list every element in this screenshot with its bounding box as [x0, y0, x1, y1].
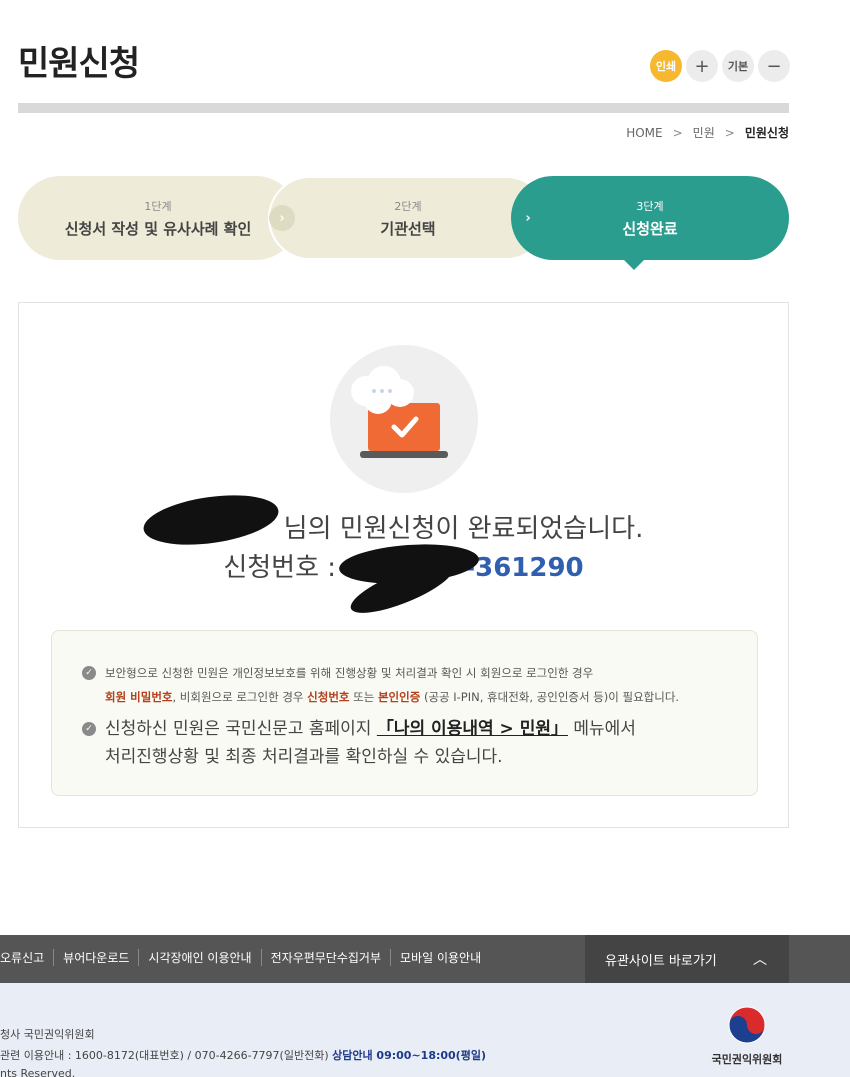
notice-line: 회원 비밀번호, 비회원으로 로그인한 경우 신청번호 또는 본인인증 (공공 … [105, 685, 679, 709]
breadcrumb-separator: > [672, 125, 683, 140]
step-name: 신청서 작성 및 유사사례 확인 [64, 219, 252, 238]
chevron-up-icon: ︿ [753, 952, 767, 968]
print-button[interactable]: 인쇄 [650, 50, 682, 82]
completion-message: 님의 민원신청이 완료되었습니다. [19, 508, 788, 545]
footer-contact-phone: 관련 이용안내 : 1600-8172(대표번호) / 070-4266-779… [0, 1049, 333, 1062]
notice-text-part: 신청하신 민원은 국민신문고 홈페이지 [105, 719, 377, 739]
zoom-in-button[interactable]: + [686, 50, 718, 82]
breadcrumb-separator: > [724, 125, 735, 140]
footer-copyright: nts Reserved. [0, 1067, 76, 1077]
highlight-identity-verification: 본인인증 [377, 690, 421, 704]
step-3-active: 3단계 신청완료 [511, 176, 789, 260]
check-circle-icon: ✓ [82, 722, 96, 736]
footer-nav: 오류신고 뷰어다운로드 시각장애인 이용안내 전자우편무단수집거부 모바일 이용… [0, 935, 850, 983]
org-name: 국민권익위원회 [711, 1053, 783, 1066]
notice-text: 보안형으로 신청한 민원은 개인정보보호를 위해 진행상황 및 처리결과 확인 … [105, 661, 679, 709]
footer-info: 청사 국민권익위원회 관련 이용안내 : 1600-8172(대표번호) / 0… [0, 983, 850, 1077]
zoom-out-button[interactable]: − [758, 50, 790, 82]
notice-line: 신청하신 민원은 국민신문고 홈페이지 「나의 이용내역 > 민원」 메뉴에서 [105, 715, 636, 743]
step-number: 2단계 [394, 199, 422, 213]
footer-address: 청사 국민권익위원회 [0, 1028, 95, 1041]
result-panel: 님의 민원신청이 완료되었습니다. 신청번호 : -361290 ✓ 보안형으로… [18, 302, 789, 828]
notice-text-part: , 비회원으로 로그인한 경우 [172, 690, 308, 704]
notice-text-part: 메뉴에서 [567, 719, 636, 739]
breadcrumb-current: 민원신청 [744, 126, 789, 140]
step-1: 1단계 신청서 작성 및 유사사례 확인 [18, 176, 298, 260]
check-circle-icon: ✓ [82, 666, 96, 680]
org-logo: 국민권익위원회 [705, 1005, 789, 1067]
footer-contact: 관련 이용안내 : 1600-8172(대표번호) / 070-4266-779… [0, 1047, 486, 1063]
application-number-value: -361290 [464, 553, 584, 583]
taegeuk-logo-icon [728, 1006, 766, 1044]
notice-text: 신청하신 민원은 국민신문고 홈페이지 「나의 이용내역 > 민원」 메뉴에서 … [105, 715, 636, 771]
page-title: 민원신청 [18, 44, 140, 84]
zoom-reset-button[interactable]: 기본 [722, 50, 754, 82]
step-name: 신청완료 [622, 219, 678, 238]
completion-message-text: 님의 민원신청이 완료되었습니다. [283, 514, 644, 544]
title-divider [18, 103, 789, 113]
progress-steps: 1단계 신청서 작성 및 유사사례 확인 2단계 기관선택 3단계 신청완료 ›… [18, 176, 789, 260]
notice-box: ✓ 보안형으로 신청한 민원은 개인정보보호를 위해 진행상황 및 처리결과 확… [51, 630, 758, 796]
notice-item: ✓ 보안형으로 신청한 민원은 개인정보보호를 위해 진행상황 및 처리결과 확… [82, 661, 679, 709]
footer-link-viewer-download[interactable]: 뷰어다운로드 [53, 949, 138, 966]
my-history-link[interactable]: 「나의 이용내역 > 민원」 [377, 719, 568, 739]
chevron-right-icon: › [269, 205, 295, 231]
step-name: 기관선택 [380, 219, 436, 238]
footer-link-accessibility[interactable]: 시각장애인 이용안내 [138, 949, 260, 966]
step-number: 3단계 [636, 199, 664, 213]
notice-text-part: 또는 [349, 690, 378, 704]
step-2: 2단계 기관선택 [268, 176, 548, 260]
text-tools: 인쇄 + 기본 − [650, 50, 790, 82]
breadcrumb: HOME > 민원 > 민원신청 [626, 124, 789, 141]
notice-line: 처리진행상황 및 최종 처리결과를 확인하실 수 있습니다. [105, 747, 503, 767]
footer-link-error-report[interactable]: 오류신고 [0, 949, 53, 966]
notice-text-part: (공공 I-PIN, 휴대전화, 공인인증서 등)이 필요합니다. [420, 690, 680, 704]
related-sites-dropdown[interactable]: 유관사이트 바로가기 ︿ [585, 935, 789, 983]
notice-item: ✓ 신청하신 민원은 국민신문고 홈페이지 「나의 이용내역 > 민원」 메뉴에… [82, 715, 636, 771]
laptop-check-icon [351, 366, 448, 458]
step-number: 1단계 [144, 199, 172, 213]
breadcrumb-home[interactable]: HOME [626, 126, 662, 140]
highlight-member-password: 회원 비밀번호 [105, 690, 173, 704]
active-step-pointer [622, 258, 646, 270]
footer-link-email-policy[interactable]: 전자우편무단수집거부 [260, 949, 390, 966]
application-number-label: 신청번호 : [223, 553, 345, 583]
related-sites-label: 유관사이트 바로가기 [605, 953, 717, 969]
chevron-right-icon: › [525, 210, 531, 226]
breadcrumb-complaint[interactable]: 민원 [693, 124, 715, 141]
notice-line: 보안형으로 신청한 민원은 개인정보보호를 위해 진행상황 및 처리결과 확인 … [105, 666, 594, 680]
footer-link-mobile[interactable]: 모바일 이용안내 [390, 949, 490, 966]
footer-consult-hours: 상담안내 09:00~18:00(평일) [332, 1049, 486, 1062]
completion-illustration [330, 345, 478, 493]
footer-links: 오류신고 뷰어다운로드 시각장애인 이용안내 전자우편무단수집거부 모바일 이용… [0, 949, 490, 966]
highlight-application-number: 신청번호 [307, 690, 350, 704]
